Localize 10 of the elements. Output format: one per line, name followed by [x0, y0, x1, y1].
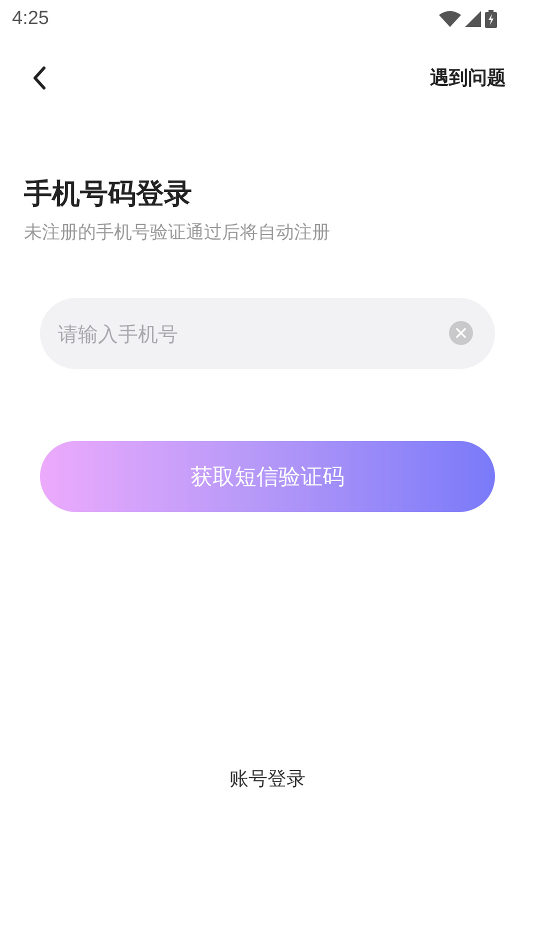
- subtitle-text: 未注册的手机号验证通过后将自动注册: [24, 221, 331, 245]
- signal-icon: [465, 11, 481, 27]
- phone-input-field[interactable]: 请输入手机号: [40, 298, 495, 369]
- wifi-icon: [439, 11, 461, 27]
- battery-icon: [485, 10, 497, 28]
- account-login-link[interactable]: 账号登录: [230, 766, 306, 792]
- back-icon: [32, 66, 46, 90]
- status-time: 4:25: [12, 8, 49, 30]
- page-title: 手机号码登录: [24, 176, 193, 212]
- help-link[interactable]: 遇到问题: [430, 65, 506, 91]
